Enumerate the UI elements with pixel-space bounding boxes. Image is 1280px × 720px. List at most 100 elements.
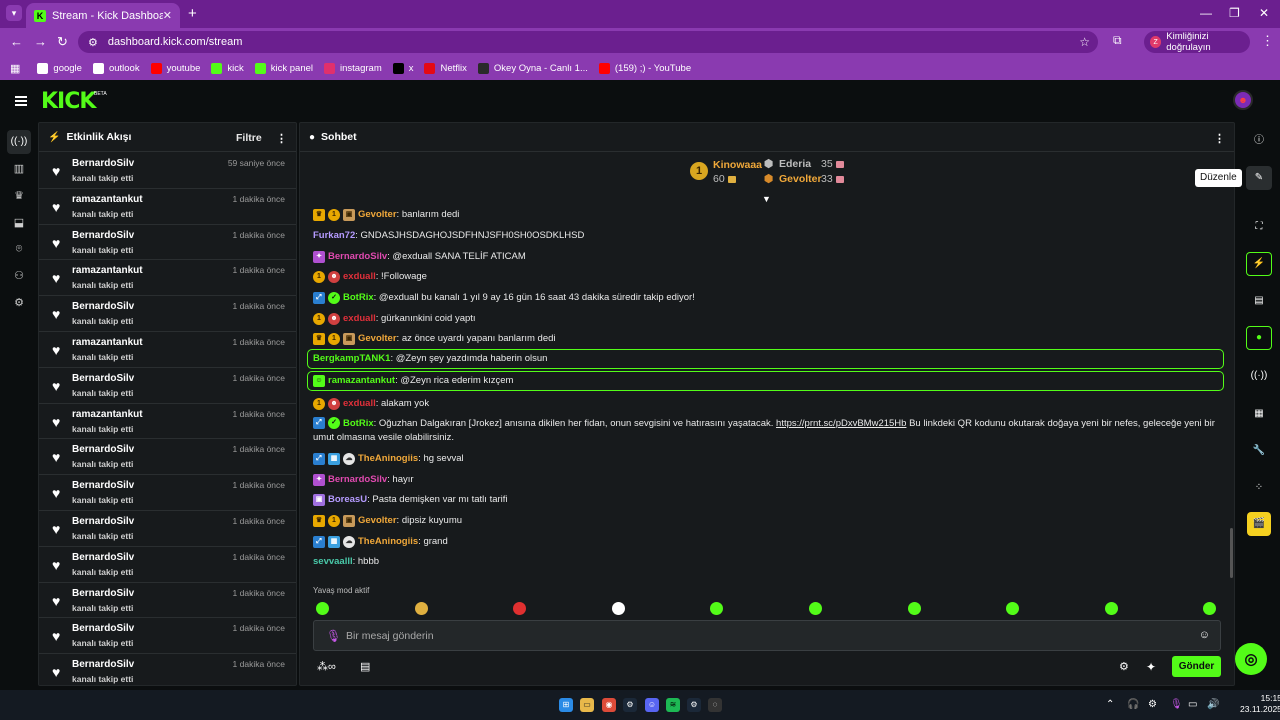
clip-icon[interactable]: 🎬 [1247, 512, 1271, 536]
activity-item[interactable]: ♥ BernardoSilv kanalı takip etti 1 dakika ö… [39, 618, 296, 655]
stream-nav-icon[interactable]: ((·)) [7, 130, 31, 154]
chrome-icon[interactable]: ◉ [602, 698, 616, 712]
leaderboard-first-name[interactable]: Kinowaaa [713, 159, 762, 171]
activity-options-icon[interactable]: ⋮ [276, 132, 287, 145]
emote-icon[interactable] [316, 602, 329, 615]
activity-item[interactable]: ♥ ramazantankut kanalı takip etti 1 dakika … [39, 332, 296, 368]
headset-icon[interactable]: 🎧 [1127, 699, 1139, 710]
edit-icon[interactable]: ✎ [1246, 166, 1272, 190]
emote-icon[interactable] [1006, 602, 1020, 615]
activity-item[interactable]: ♥ BernardoSilv kanalı takip etti 1 dakika ö… [39, 475, 296, 511]
activity-username[interactable]: ramazantankut [72, 194, 143, 205]
wrench-icon[interactable]: 🔧 [1250, 443, 1268, 459]
microphone-icon[interactable]: 🎙 [326, 629, 341, 643]
emote-icon[interactable] [1203, 602, 1217, 615]
bookmark-okey-oyna-canl-1[interactable]: Okey Oyna - Canlı 1... [477, 62, 588, 74]
chat-username[interactable]: BergkampTANK1 [313, 352, 390, 366]
chat-username[interactable]: TheAninogiis [358, 452, 418, 466]
stack-icon[interactable]: ▦ [1250, 406, 1268, 422]
activity-username[interactable]: BernardoSilv [72, 516, 134, 527]
chat-username[interactable]: Gevolter [358, 514, 397, 528]
site-info-icon[interactable]: ⚙ [88, 36, 98, 49]
send-button[interactable]: Gönder [1172, 656, 1221, 677]
activity-item[interactable]: ♥ BernardoSilv kanalı takip etti 1 dakika ö… [39, 368, 296, 404]
verify-identity-button[interactable]: Z Kimliğinizi doğrulayın [1144, 31, 1250, 53]
chat-toggle-icon[interactable]: ● [1246, 326, 1272, 350]
windows-start-icon[interactable]: ⊞ [559, 698, 573, 712]
activity-username[interactable]: ramazantankut [72, 409, 143, 420]
help-icon[interactable]: ◎ [1235, 643, 1267, 675]
activity-username[interactable]: BernardoSilv [72, 230, 134, 241]
activity-item[interactable]: ♥ BernardoSilv kanalı takip etti 1 dakika ö… [39, 583, 296, 619]
steam-tray-icon[interactable]: ⚙ [1148, 699, 1157, 710]
activity-username[interactable]: BernardoSilv [72, 623, 134, 634]
analytics-nav-icon[interactable]: ▥ [12, 162, 26, 176]
chat-username[interactable]: BernardoSilv [328, 250, 387, 264]
store-icon[interactable]: ▤ [360, 660, 370, 673]
kick-logo[interactable]: KICK [41, 89, 96, 114]
community-nav-icon[interactable]: ⚇ [12, 269, 26, 283]
activity-item[interactable]: ♥ BernardoSilv kanalı takip etti 1 dakika ö… [39, 439, 296, 476]
spotify-icon[interactable]: ≋ [666, 698, 680, 712]
network-icon[interactable]: ▭ [1188, 699, 1197, 710]
activity-username[interactable]: BernardoSilv [72, 552, 134, 563]
upload-nav-icon[interactable]: ⬓ [12, 216, 26, 230]
trophy-nav-icon[interactable]: ♛ [12, 189, 26, 203]
chat-input[interactable] [346, 628, 1166, 644]
mic-tray-icon[interactable]: 🎙 [1170, 699, 1183, 710]
activity-username[interactable]: BernardoSilv [72, 588, 134, 599]
chat-username[interactable]: exduall [343, 312, 376, 326]
activity-username[interactable]: BernardoSilv [72, 301, 134, 312]
emote-icon[interactable] [414, 602, 428, 615]
points-icon[interactable]: ⁂∞ [317, 660, 336, 673]
activity-username[interactable]: BernardoSilv [72, 158, 134, 169]
reload-icon[interactable]: ↻ [57, 34, 68, 50]
activity-username[interactable]: BernardoSilv [72, 480, 134, 491]
chat-input-box[interactable]: 🎙 ☺ [313, 620, 1221, 651]
activity-username[interactable]: ramazantankut [72, 265, 143, 276]
activity-item[interactable]: ♥ BernardoSilv kanalı takip etti 1 dakika ö… [39, 296, 296, 332]
chat-username[interactable]: exduall [343, 397, 376, 411]
leaderboard-third-name[interactable]: Gevolter [779, 173, 822, 185]
chat-options-icon[interactable]: ⋮ [1214, 132, 1225, 145]
browser-menu-icon[interactable]: ⋮ [1261, 33, 1274, 49]
activity-username[interactable]: BernardoSilv [72, 373, 134, 384]
activity-item[interactable]: ♥ BernardoSilv kanalı takip etti 1 dakika ö… [39, 511, 296, 547]
chat-username[interactable]: TheAninogiis [358, 535, 418, 549]
activity-toggle-icon[interactable]: ⚡ [1246, 252, 1272, 276]
tray-chevron-icon[interactable]: ⌃ [1106, 699, 1114, 710]
activity-item[interactable]: ♥ ramazantankut kanalı takip etti 1 dakika … [39, 189, 296, 225]
forward-icon[interactable]: → [34, 34, 47, 49]
chat-username[interactable]: Furkan72 [313, 229, 355, 243]
emote-icon[interactable] [809, 602, 822, 615]
activity-item[interactable]: ♥ BernardoSilv kanalı takip etti 1 dakika ö… [39, 225, 296, 261]
activity-username[interactable]: BernardoSilv [72, 659, 134, 670]
chat-link[interactable]: https://prnt.sc/pDxvBMw215Hb [776, 418, 906, 429]
leaderboard-second-name[interactable]: Ederia [779, 158, 811, 170]
broadcast-icon[interactable]: ((·)) [1250, 368, 1268, 384]
chat-username[interactable]: BotRix [343, 418, 374, 429]
notes-icon[interactable]: ▤ [1250, 293, 1268, 309]
close-window-icon[interactable]: ✕ [1259, 6, 1269, 20]
file-explorer-icon[interactable]: ▭ [580, 698, 594, 712]
bookmark-outlook[interactable]: outlook [92, 62, 140, 74]
expand-pinned-icon[interactable]: ▼ [762, 194, 771, 204]
minimize-icon[interactable]: — [1200, 6, 1212, 20]
discord-icon[interactable]: ☺ [645, 698, 659, 712]
chat-username[interactable]: ramazantankut [328, 374, 395, 388]
taskbar-clock[interactable]: 15:15 23.11.2025 [1240, 693, 1280, 715]
browser-tab[interactable]: K Stream - Kick Dashboard ✕ [26, 3, 180, 28]
steam-alt-icon[interactable]: ⚙ [687, 698, 701, 712]
emote-icon[interactable] [611, 602, 625, 615]
emote-icon[interactable] [907, 602, 921, 615]
activity-username[interactable]: BernardoSilv [72, 444, 134, 455]
settings-nav-icon[interactable]: ⚙ [12, 296, 26, 310]
emoji-icon[interactable]: ☺ [1199, 629, 1210, 641]
extensions-icon[interactable]: ⧉ [1113, 33, 1122, 48]
bookmark-instagram[interactable]: instagram [324, 62, 382, 74]
chat-username[interactable]: BernardoSilv [328, 473, 387, 487]
maximize-icon[interactable]: ❐ [1229, 6, 1240, 20]
tab-search-icon[interactable]: ▾ [6, 5, 22, 21]
share-icon[interactable]: ⁘ [1250, 480, 1268, 496]
apps-grid-icon[interactable]: ▦ [10, 62, 20, 75]
